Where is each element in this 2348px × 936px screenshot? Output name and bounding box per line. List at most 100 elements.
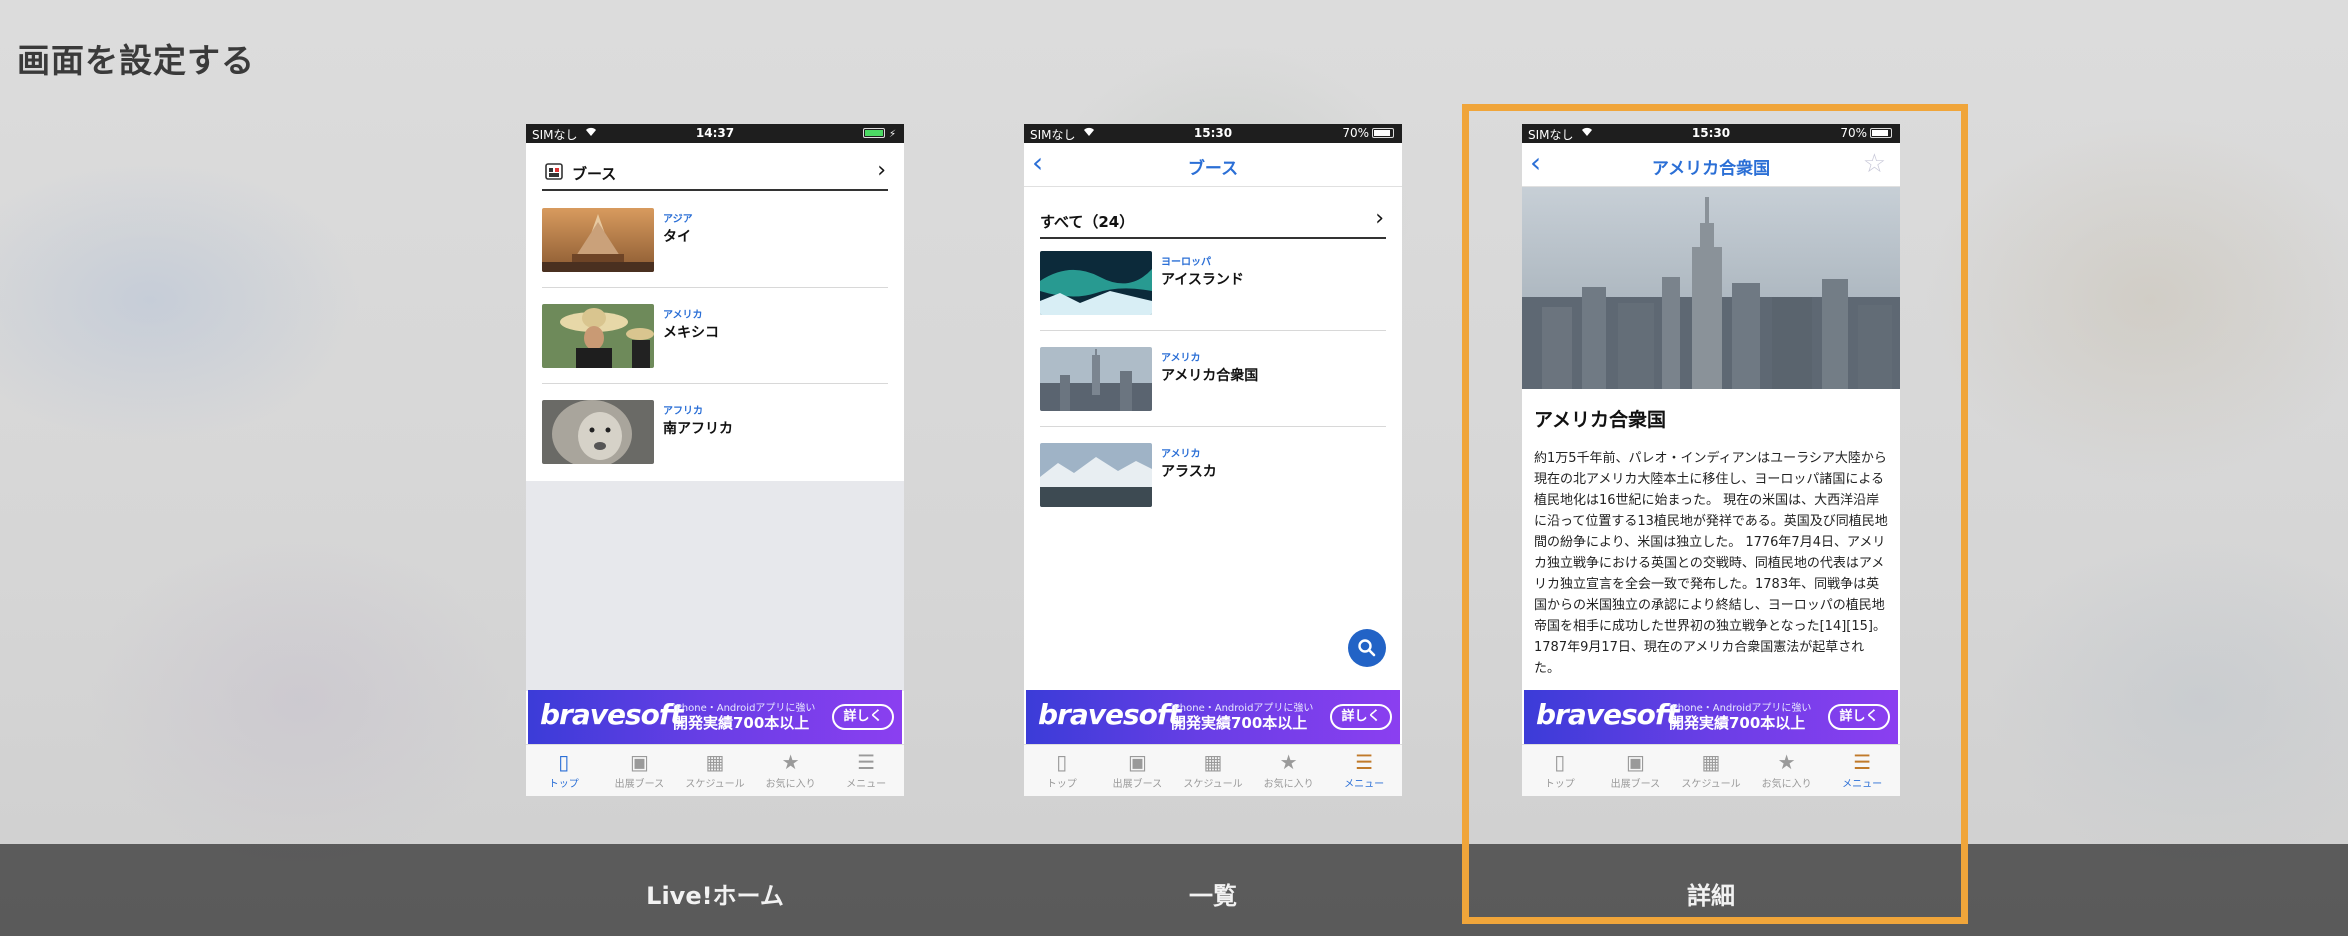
ad-banner[interactable]: bravesoft iPhone・Androidアプリに強い 開発実績700本以… xyxy=(528,690,902,744)
tab-schedule[interactable]: ▦ スケジュール xyxy=(1673,745,1749,796)
empty-area xyxy=(526,481,904,691)
tab-label: お気に入り xyxy=(1761,779,1812,790)
item-name: アメリカ合衆国 xyxy=(1161,368,1259,384)
tab-booths[interactable]: ▣ 出展ブース xyxy=(1100,745,1176,796)
tab-label: メニュー xyxy=(1842,779,1883,790)
item-region: アメリカ xyxy=(663,310,703,321)
item-region: アメリカ xyxy=(1161,449,1201,460)
tab-label: トップ xyxy=(548,779,579,790)
tab-favorites[interactable]: ★ お気に入り xyxy=(1749,745,1825,796)
booth-icon: ▣ xyxy=(1127,750,1147,774)
phone-icon: ▯ xyxy=(558,750,570,774)
thai-temple-image xyxy=(542,208,654,272)
section-label: すべて（24） xyxy=(1040,213,1135,231)
nav-title: ブース xyxy=(1187,159,1239,179)
menu-icon: ☰ xyxy=(1853,750,1872,774)
divider xyxy=(542,383,888,384)
star-icon: ★ xyxy=(1279,750,1298,774)
alaska-image xyxy=(1040,443,1152,507)
section-label: ブース xyxy=(572,165,617,183)
tab-bar: ▯ トップ ▣ 出展ブース ▦ スケジュール ★ お気に入り ☰ メニュー xyxy=(1024,744,1402,796)
tab-menu[interactable]: ☰ メニュー xyxy=(828,745,904,796)
tab-label: お気に入り xyxy=(765,779,816,790)
status-time: 14:37 xyxy=(695,126,735,140)
tab-menu[interactable]: ☰ メニュー xyxy=(1824,745,1900,796)
ad-details-button[interactable]: 詳しく xyxy=(1330,704,1392,730)
search-button[interactable] xyxy=(1348,629,1386,667)
favorite-star-icon[interactable]: ☆ xyxy=(1863,149,1886,179)
list-item[interactable]: アメリカ メキシコ xyxy=(542,304,888,400)
nav-title: アメリカ合衆国 xyxy=(1651,159,1771,179)
caption-list[interactable]: 一覧 xyxy=(1013,876,1413,911)
calendar-icon: ▦ xyxy=(1701,750,1721,774)
ad-banner[interactable]: bravesoft iPhone・Androidアプリに強い 開発実績700本以… xyxy=(1524,690,1898,744)
section-header-all[interactable]: すべて（24） › xyxy=(1040,199,1386,239)
ad-details-button[interactable]: 詳しく xyxy=(1828,704,1890,730)
phone-screen-home: SIMなし 14:37 ⚡ ブース › アジア タイ アメリカ メキシコ アフリ… xyxy=(526,124,904,796)
ad-headline: 開発実績700本以上 xyxy=(1669,714,1806,732)
ad-details-button[interactable]: 詳しく xyxy=(832,704,894,730)
item-name: タイ xyxy=(663,229,691,245)
tab-schedule[interactable]: ▦ スケジュール xyxy=(677,745,753,796)
tab-top[interactable]: ▯ トップ xyxy=(1522,745,1598,796)
item-region: アメリカ xyxy=(1161,353,1201,364)
item-name: 南アフリカ xyxy=(663,421,733,437)
menu-icon: ☰ xyxy=(857,750,876,774)
list-item[interactable]: アメリカ アラスカ xyxy=(1040,443,1386,539)
booth-icon xyxy=(545,163,563,180)
phone-icon: ▯ xyxy=(1056,750,1068,774)
tab-top[interactable]: ▯ トップ xyxy=(1024,745,1100,796)
new-york-image xyxy=(1040,347,1152,411)
mariachi-image xyxy=(542,304,654,368)
tab-booths[interactable]: ▣ 出展ブース xyxy=(1598,745,1674,796)
star-icon: ★ xyxy=(1777,750,1796,774)
new-york-hero-image xyxy=(1522,187,1900,389)
list-item[interactable]: ヨーロッパ アイスランド xyxy=(1040,251,1386,347)
calendar-icon: ▦ xyxy=(1203,750,1223,774)
chevron-right-icon: › xyxy=(1375,206,1384,231)
menu-icon: ☰ xyxy=(1355,750,1374,774)
tab-menu[interactable]: ☰ メニュー xyxy=(1326,745,1402,796)
tab-label: スケジュール xyxy=(1183,779,1243,790)
tab-label: トップ xyxy=(1544,779,1575,790)
tab-booths[interactable]: ▣ 出展ブース xyxy=(602,745,678,796)
tab-top[interactable]: ▯ トップ xyxy=(526,745,602,796)
battery-icon xyxy=(1870,128,1892,138)
section-header-booth[interactable]: ブース › xyxy=(542,151,888,191)
tab-label: スケジュール xyxy=(1681,779,1741,790)
tab-favorites[interactable]: ★ お気に入り xyxy=(1251,745,1327,796)
battery-percent: 70% xyxy=(1342,126,1369,140)
item-name: アイスランド xyxy=(1161,272,1244,288)
tab-favorites[interactable]: ★ お気に入り xyxy=(753,745,829,796)
tab-label: トップ xyxy=(1046,779,1077,790)
list-item[interactable]: アジア タイ xyxy=(542,208,888,304)
tab-label: メニュー xyxy=(1344,779,1385,790)
ad-headline: 開発実績700本以上 xyxy=(1171,714,1308,732)
list-item[interactable]: アメリカ アメリカ合衆国 xyxy=(1040,347,1386,443)
booth-icon: ▣ xyxy=(629,750,649,774)
tab-label: 出展ブース xyxy=(614,779,665,790)
phone-icon: ▯ xyxy=(1554,750,1566,774)
booth-icon: ▣ xyxy=(1625,750,1645,774)
item-region: アジア xyxy=(663,214,693,225)
tab-schedule[interactable]: ▦ スケジュール xyxy=(1175,745,1251,796)
battery-indicator: 70% xyxy=(1342,126,1394,140)
divider xyxy=(542,287,888,288)
detail-title: アメリカ合衆国 xyxy=(1534,409,1667,431)
detail-body-text: 約1万5千年前、パレオ・インディアンはユーラシア大陸から現在の北アメリカ大陸本土… xyxy=(1534,451,1888,676)
ad-banner[interactable]: bravesoft iPhone・Androidアプリに強い 開発実績700本以… xyxy=(1026,690,1400,744)
ad-brand: bravesoft xyxy=(1038,698,1181,731)
caption-detail[interactable]: 詳細 xyxy=(1511,876,1911,911)
divider xyxy=(1040,426,1386,427)
tab-bar: ▯ トップ ▣ 出展ブース ▦ スケジュール ★ お気に入り ☰ メニュー xyxy=(1522,744,1900,796)
caption-home[interactable]: Live!ホーム xyxy=(515,876,915,911)
status-bar: SIMなし 15:30 70% xyxy=(1024,124,1402,143)
nav-bar: ‹ ブース xyxy=(1024,143,1402,187)
item-name: メキシコ xyxy=(663,325,719,341)
page-title: 画面を設定する xyxy=(17,41,255,80)
phone-screen-list: SIMなし 15:30 70% ‹ ブース すべて（24） › ヨーロッパ アイ… xyxy=(1024,124,1402,796)
ad-brand: bravesoft xyxy=(1536,698,1679,731)
lion-image xyxy=(542,400,654,464)
tab-label: お気に入り xyxy=(1263,779,1314,790)
calendar-icon: ▦ xyxy=(705,750,725,774)
